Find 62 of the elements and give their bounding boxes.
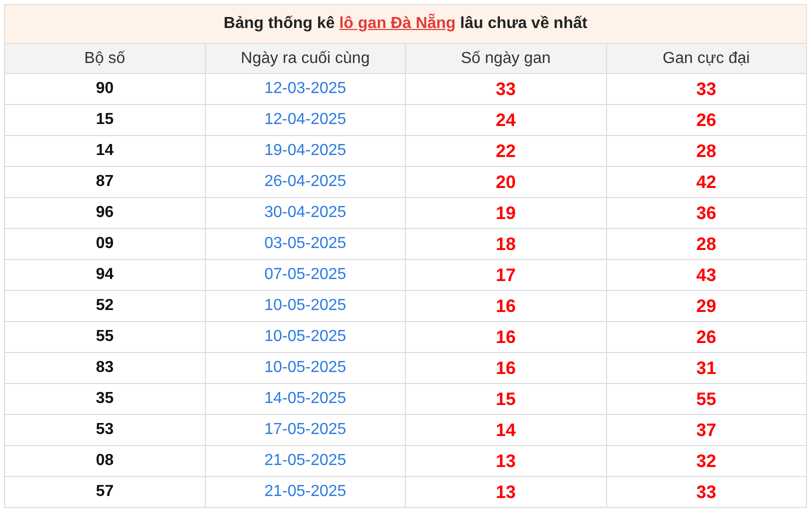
- table-cell: 32: [606, 446, 806, 476]
- table-cell: 14-05-2025: [205, 384, 406, 414]
- table-cell: 87: [4, 166, 205, 198]
- table-cell: 09: [4, 228, 205, 260]
- table-cell: 10-05-2025: [205, 352, 406, 384]
- table-cell: 42: [606, 166, 806, 198]
- table-cell: 13: [406, 476, 606, 508]
- table-cell: 26-04-2025: [205, 166, 406, 198]
- table-cell: 12-03-2025: [205, 74, 406, 104]
- title-link[interactable]: lô gan Đà Nẵng: [339, 15, 456, 32]
- table-cell: 21-05-2025: [205, 446, 406, 476]
- table-cell: 08: [4, 446, 205, 476]
- column-header: Bộ số: [4, 44, 205, 74]
- table-cell: 33: [406, 74, 606, 104]
- table-cell: 28: [606, 136, 806, 166]
- column-header: Gan cực đại: [606, 44, 806, 74]
- table-cell: 18: [406, 228, 606, 260]
- table-cell: 33: [606, 476, 806, 508]
- table-cell: 29: [606, 290, 806, 322]
- table-title: Bảng thống kê lô gan Đà Nẵng lâu chưa về nhất: [224, 15, 588, 32]
- table-cell: 53: [4, 414, 205, 446]
- table-cell: 14: [406, 414, 606, 446]
- table-cell: 26: [606, 322, 806, 352]
- table-cell: 36: [606, 198, 806, 228]
- table-cell: 15: [406, 384, 606, 414]
- table-cell: 31: [606, 352, 806, 384]
- table-cell: 24: [406, 104, 606, 136]
- table-cell: 96: [4, 198, 205, 228]
- table-cell: 28: [606, 228, 806, 260]
- table-cell: 83: [4, 352, 205, 384]
- table-cell: 26: [606, 104, 806, 136]
- table-cell: 22: [406, 136, 606, 166]
- table-cell: 90: [4, 74, 205, 104]
- table-cell: 19-04-2025: [205, 136, 406, 166]
- column-header: Số ngày gan: [406, 44, 606, 74]
- table-cell: 94: [4, 260, 205, 290]
- table-cell: 30-04-2025: [205, 198, 406, 228]
- table-cell: 52: [4, 290, 205, 322]
- table-cell: 16: [406, 290, 606, 322]
- table-cell: 14: [4, 136, 205, 166]
- table-cell: 03-05-2025: [205, 228, 406, 260]
- table-cell: 13: [406, 446, 606, 476]
- table-cell: 55: [606, 384, 806, 414]
- table-cell: 16: [406, 322, 606, 352]
- table-cell: 37: [606, 414, 806, 446]
- table-cell: 15: [4, 104, 205, 136]
- table-cell: 57: [4, 476, 205, 508]
- table-cell: 10-05-2025: [205, 290, 406, 322]
- table-cell: 07-05-2025: [205, 260, 406, 290]
- column-header: Ngày ra cuối cùng: [205, 44, 406, 74]
- table-cell: 17: [406, 260, 606, 290]
- table-cell: 35: [4, 384, 205, 414]
- table-cell: 33: [606, 74, 806, 104]
- table-cell: 12-04-2025: [205, 104, 406, 136]
- table-cell: 19: [406, 198, 606, 228]
- table-cell: 17-05-2025: [205, 414, 406, 446]
- table-cell: 20: [406, 166, 606, 198]
- table-cell: 43: [606, 260, 806, 290]
- table-cell: 21-05-2025: [205, 476, 406, 508]
- table-cell: 16: [406, 352, 606, 384]
- table-cell: 55: [4, 322, 205, 352]
- table-cell: 10-05-2025: [205, 322, 406, 352]
